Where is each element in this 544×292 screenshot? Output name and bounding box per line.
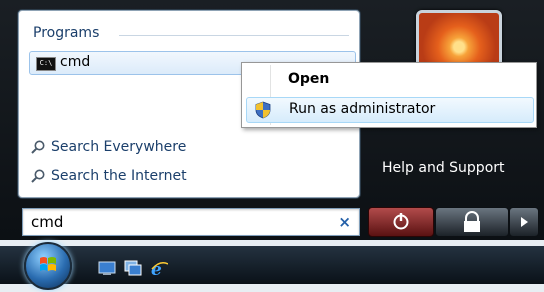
- internet-explorer-icon[interactable]: e: [150, 260, 168, 276]
- program-label: cmd: [60, 54, 91, 70]
- search-link-label: Search the Internet: [51, 168, 187, 184]
- context-menu: Open Run as administrator: [241, 62, 537, 128]
- cmd-icon: C:\: [36, 57, 56, 71]
- programs-divider: [119, 35, 349, 36]
- lock-button[interactable]: [435, 207, 509, 237]
- programs-header: Programs: [33, 25, 100, 41]
- menu-item-open[interactable]: Open: [288, 71, 329, 87]
- search-icon: [31, 169, 45, 183]
- shutdown-options-button[interactable]: [509, 207, 539, 237]
- search-internet-link[interactable]: Search the Internet: [31, 168, 187, 184]
- lock-icon: [464, 211, 480, 232]
- search-input-value[interactable]: cmd: [31, 213, 63, 231]
- search-link-label: Search Everywhere: [51, 139, 187, 155]
- power-button[interactable]: [368, 207, 434, 237]
- menu-item-label: Run as administrator: [289, 101, 436, 117]
- windows-logo-icon: [40, 257, 56, 271]
- help-and-support-link[interactable]: Help and Support: [382, 160, 505, 176]
- search-icon: [31, 140, 45, 154]
- uac-shield-icon: [255, 101, 271, 119]
- clear-search-icon[interactable]: ×: [338, 213, 351, 231]
- show-desktop-icon[interactable]: [98, 260, 116, 276]
- search-everywhere-link[interactable]: Search Everywhere: [31, 139, 186, 155]
- menu-item-run-as-administrator[interactable]: Run as administrator: [246, 97, 534, 123]
- start-orb-button[interactable]: [24, 242, 72, 290]
- taskbar: [0, 246, 544, 284]
- start-search-box[interactable]: cmd ×: [22, 208, 360, 236]
- switch-windows-icon[interactable]: [124, 260, 142, 276]
- power-icon: [393, 213, 409, 230]
- arrow-right-icon: [521, 217, 528, 227]
